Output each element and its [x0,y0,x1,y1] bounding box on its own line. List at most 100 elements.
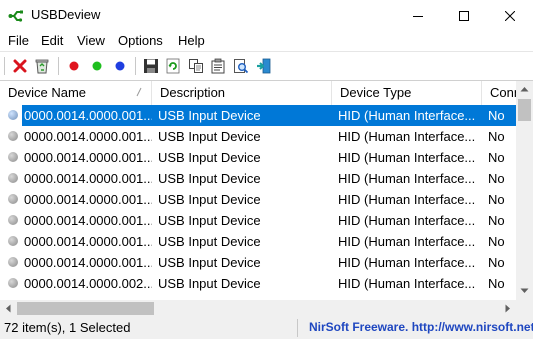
cell-connected: No [488,213,505,228]
horizontal-scrollbar[interactable] [0,300,516,317]
menu-view[interactable]: View [77,33,105,48]
cell-description: USB Input Device [158,171,261,186]
column-header-label: Device Type [340,85,412,100]
vertical-scroll-thumb[interactable] [518,99,531,121]
green-status-button[interactable] [87,56,107,76]
scroll-right-icon[interactable] [505,304,511,313]
exit-button[interactable] [254,56,274,76]
cell-device-type: HID (Human Interface... [338,192,476,207]
cell-device-type: HID (Human Interface... [338,150,476,165]
status-dot-icon [8,152,18,162]
recycle-bin-icon [35,59,49,74]
table-row[interactable]: 0000.0014.0000.001.... USB Input Device HI… [0,189,516,210]
menu-edit[interactable]: Edit [41,33,63,48]
toolbar-separator [135,57,136,75]
cell-device-name: 0000.0014.0000.001.... [24,171,152,186]
window-title: USBDeview [31,7,101,22]
save-button[interactable] [141,56,161,76]
menu-options[interactable]: Options [118,33,163,48]
cell-description: USB Input Device [158,234,261,249]
status-divider [297,319,298,337]
refresh-button[interactable] [163,56,183,76]
cell-connected: No [482,105,516,126]
table-row[interactable]: 0000.0014.0000.002.... USB Input Device HI… [0,273,516,294]
menu-help[interactable]: Help [178,33,205,48]
scroll-left-icon[interactable] [5,304,11,313]
cell-connected: No [488,192,505,207]
menu-file[interactable]: File [8,33,29,48]
column-header-device-type[interactable]: Device Type [332,81,482,105]
cell-device-type: HID (Human Interface... [338,171,476,186]
scroll-up-icon[interactable] [520,86,529,92]
status-dot-icon [8,131,18,141]
table-row[interactable]: 0000.0014.0000.001.... USB Input Device HI… [0,168,516,189]
exit-door-icon [257,58,271,74]
status-dot-icon [8,110,18,120]
column-header-label: Description [160,85,226,100]
cell-device-type: HID (Human Interface... [332,105,482,126]
uninstall-button[interactable] [32,56,52,76]
toolbar-separator [58,57,59,75]
status-dot-icon [8,194,18,204]
status-dot-icon [8,278,18,288]
column-header-description[interactable]: Description [152,81,332,105]
table-row[interactable]: 0000.0014.0000.001.... USB Input Device HI… [0,126,516,147]
maximize-button[interactable] [441,0,487,31]
cell-device-name: 0000.0014.0000.001.... [24,234,152,249]
cell-description: USB Input Device [158,213,261,228]
cell-device-name: 0000.0014.0000.001.... [24,255,152,270]
cell-connected: No [488,276,505,291]
table-row[interactable]: 0000.0014.0000.001.... USB Input Device HI… [0,210,516,231]
nirsoft-link[interactable]: NirSoft Freeware. http://www.nirsoft.net [309,320,533,334]
cell-connected: No [488,150,505,165]
red-dot-icon [69,61,79,71]
minimize-button[interactable] [395,0,441,31]
find-button[interactable] [231,56,251,76]
green-dot-icon [92,61,102,71]
status-dot-icon [8,257,18,267]
cell-device-name: 0000.0014.0000.001.... [24,129,152,144]
properties-button[interactable] [208,56,228,76]
minimize-icon [413,15,423,17]
cell-connected: No [488,171,505,186]
disconnect-button[interactable] [10,56,30,76]
column-header-device-name[interactable]: Device Name [0,81,152,105]
column-header-connected[interactable]: Conn [482,81,516,105]
cell-device-type: HID (Human Interface... [338,234,476,249]
properties-icon [211,58,225,74]
scroll-down-icon[interactable] [520,288,529,294]
cell-connected: No [488,129,505,144]
horizontal-scroll-thumb[interactable] [17,302,154,315]
floppy-disk-icon [144,59,158,73]
sort-indicator-icon [136,87,142,97]
cell-description: USB Input Device [158,276,261,291]
menu-bar: File Edit View Options Help [0,31,533,51]
toolbar [0,51,533,80]
table-row[interactable]: 0000.0014.0000.001.... USB Input Device HI… [0,105,516,126]
table-row[interactable]: 0000.0014.0000.001.... USB Input Device HI… [0,147,516,168]
cell-device-name: 0000.0014.0000.001.... [24,192,152,207]
cell-description: USB Input Device [158,129,261,144]
vertical-scrollbar[interactable] [516,81,533,300]
close-button[interactable] [487,0,533,31]
column-header-label: Conn [490,85,516,100]
column-header-label: Device Name [8,85,87,100]
device-list[interactable]: Device Name Description Device Type Conn… [0,80,533,318]
cell-device-name: 0000.0014.0000.001.... [24,150,152,165]
refresh-icon [166,58,180,74]
cell-device-type: HID (Human Interface... [338,129,476,144]
red-status-button[interactable] [64,56,84,76]
cell-description: USB Input Device [158,192,261,207]
status-dot-icon [8,215,18,225]
cell-device-name: 0000.0014.0000.001.... [24,213,152,228]
scrollbar-corner [516,300,533,317]
table-row[interactable]: 0000.0014.0000.001.... USB Input Device HI… [0,252,516,273]
table-row[interactable]: 0000.0014.0000.001.... USB Input Device HI… [0,231,516,252]
cell-connected: No [488,234,505,249]
cell-description: USB Input Device [158,150,261,165]
status-bar: 72 item(s), 1 Selected NirSoft Freeware.… [0,317,533,339]
copy-button[interactable] [186,56,206,76]
red-x-icon [13,59,27,73]
close-icon [505,10,515,21]
blue-status-button[interactable] [110,56,130,76]
